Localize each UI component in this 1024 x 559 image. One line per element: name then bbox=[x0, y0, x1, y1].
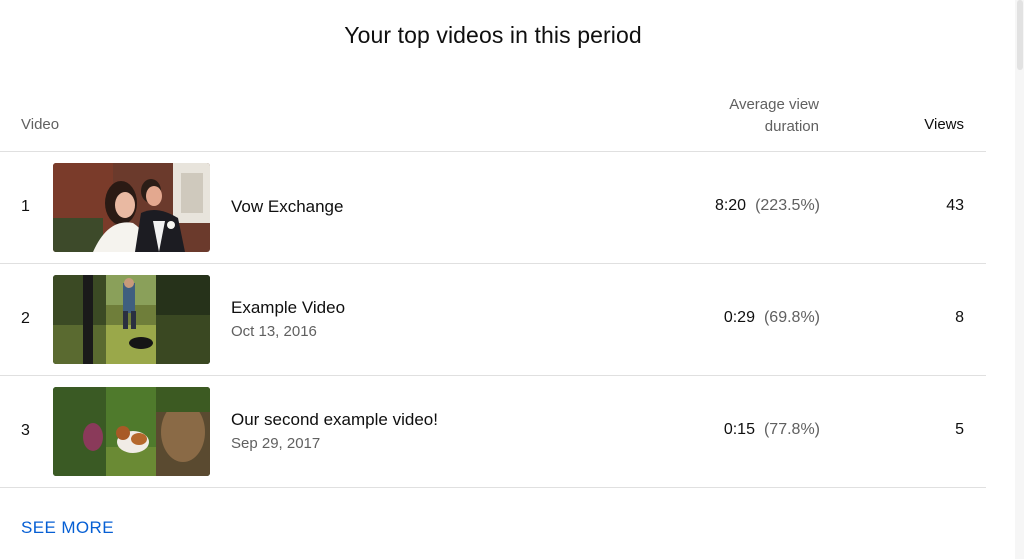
avg-duration-percent: (223.5%) bbox=[755, 197, 820, 214]
column-header-avg-view-duration[interactable]: Average view duration bbox=[689, 94, 819, 138]
column-header-views[interactable]: Views bbox=[924, 116, 964, 133]
column-header-avg-line1: Average view bbox=[729, 96, 819, 113]
scrollbar-thumb[interactable] bbox=[1017, 0, 1023, 70]
avg-view-duration: 0:29 (69.8%) bbox=[724, 309, 820, 327]
views-count: 5 bbox=[955, 421, 964, 438]
video-thumbnail[interactable] bbox=[53, 275, 210, 364]
video-rank: 3 bbox=[21, 422, 30, 439]
video-date: Sep 29, 2017 bbox=[231, 435, 321, 452]
column-header-avg-line2: duration bbox=[764, 118, 819, 135]
video-rank: 1 bbox=[21, 198, 30, 215]
video-thumbnail[interactable] bbox=[53, 163, 210, 252]
video-title[interactable]: Vow Exchange bbox=[231, 197, 343, 217]
avg-view-duration: 0:15 (77.8%) bbox=[724, 421, 820, 439]
avg-duration-percent: (69.8%) bbox=[763, 309, 820, 326]
column-header-video: Video bbox=[21, 116, 60, 133]
table-row[interactable]: 2 Example Video Oct 13, 2016 0:29 (69.8%… bbox=[0, 264, 986, 376]
see-more-link[interactable]: SEE MORE bbox=[21, 518, 114, 538]
video-thumbnail[interactable] bbox=[53, 387, 210, 476]
video-date: Oct 13, 2016 bbox=[231, 323, 317, 340]
avg-duration-time: 0:29 bbox=[723, 309, 755, 326]
scrollbar-track[interactable] bbox=[1015, 0, 1024, 559]
top-videos-card: Your top videos in this period Video Ave… bbox=[0, 0, 1024, 559]
video-rank: 2 bbox=[21, 310, 30, 327]
avg-duration-percent: (77.8%) bbox=[763, 421, 820, 438]
table-row[interactable]: 3 Our second example video! Sep 29, 2017… bbox=[0, 376, 986, 488]
table-row[interactable]: 1 Vow Exchange 8:20 (223.5%) 43 bbox=[0, 152, 986, 264]
avg-view-duration: 8:20 (223.5%) bbox=[715, 197, 820, 215]
video-title[interactable]: Example Video bbox=[231, 298, 345, 318]
avg-duration-time: 0:15 bbox=[723, 421, 755, 438]
table-header: Video Average view duration Views bbox=[0, 80, 986, 152]
avg-duration-time: 8:20 bbox=[714, 197, 747, 214]
views-count: 43 bbox=[946, 197, 964, 214]
views-count: 8 bbox=[955, 309, 964, 326]
video-title[interactable]: Our second example video! bbox=[231, 410, 438, 430]
card-title: Your top videos in this period bbox=[344, 22, 642, 48]
